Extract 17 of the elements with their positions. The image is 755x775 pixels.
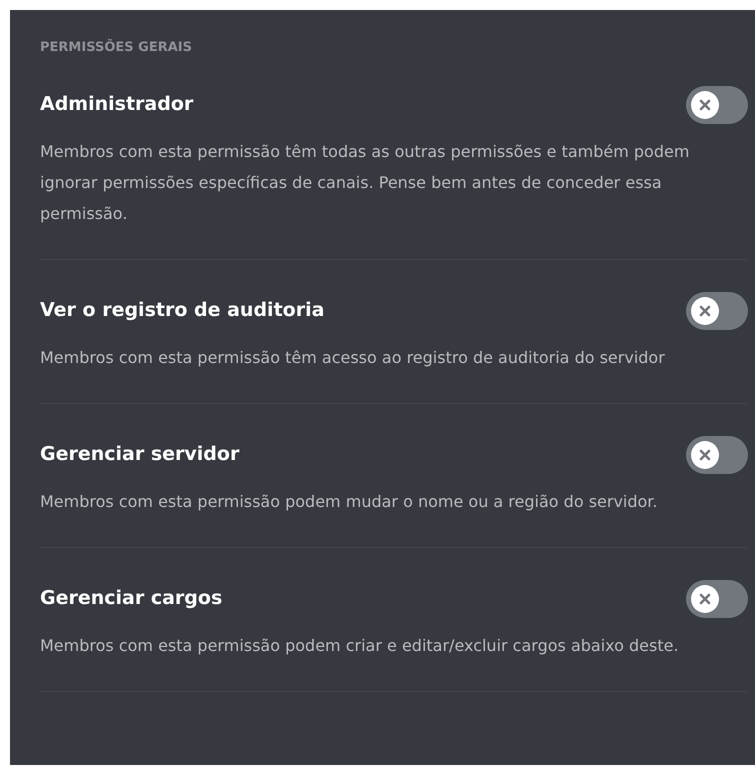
section-title: PERMISSÕES GERAIS	[40, 38, 193, 57]
permission-description: Membros com esta permissão têm todas as outras permissões e também podem ignorar permissões específicas de canais. Pense bem antes de conceder essa permissão.	[40, 140, 690, 224]
toggle-switch[interactable]	[686, 86, 748, 124]
close-icon	[699, 304, 711, 316]
toggle-switch[interactable]	[686, 580, 748, 618]
permission-description: Membros com esta permissão podem mudar o nome ou a região do servidor.	[40, 490, 658, 512]
permission-title: Gerenciar cargos	[40, 586, 222, 612]
permission-title: Administrador	[40, 92, 194, 118]
toggle-switch[interactable]	[686, 292, 748, 330]
close-icon	[699, 448, 711, 460]
permission-title: Ver o registro de auditoria	[40, 298, 324, 324]
close-icon	[699, 592, 711, 604]
permission-title: Gerenciar servidor	[40, 442, 240, 468]
toggle-switch[interactable]	[686, 436, 748, 474]
permission-description: Membros com esta permissão têm acesso ao registro de auditoria do servidor	[40, 346, 666, 368]
permission-description: Membros com esta permissão podem criar e editar/excluir cargos abaixo deste.	[40, 634, 680, 656]
close-icon	[699, 98, 711, 110]
